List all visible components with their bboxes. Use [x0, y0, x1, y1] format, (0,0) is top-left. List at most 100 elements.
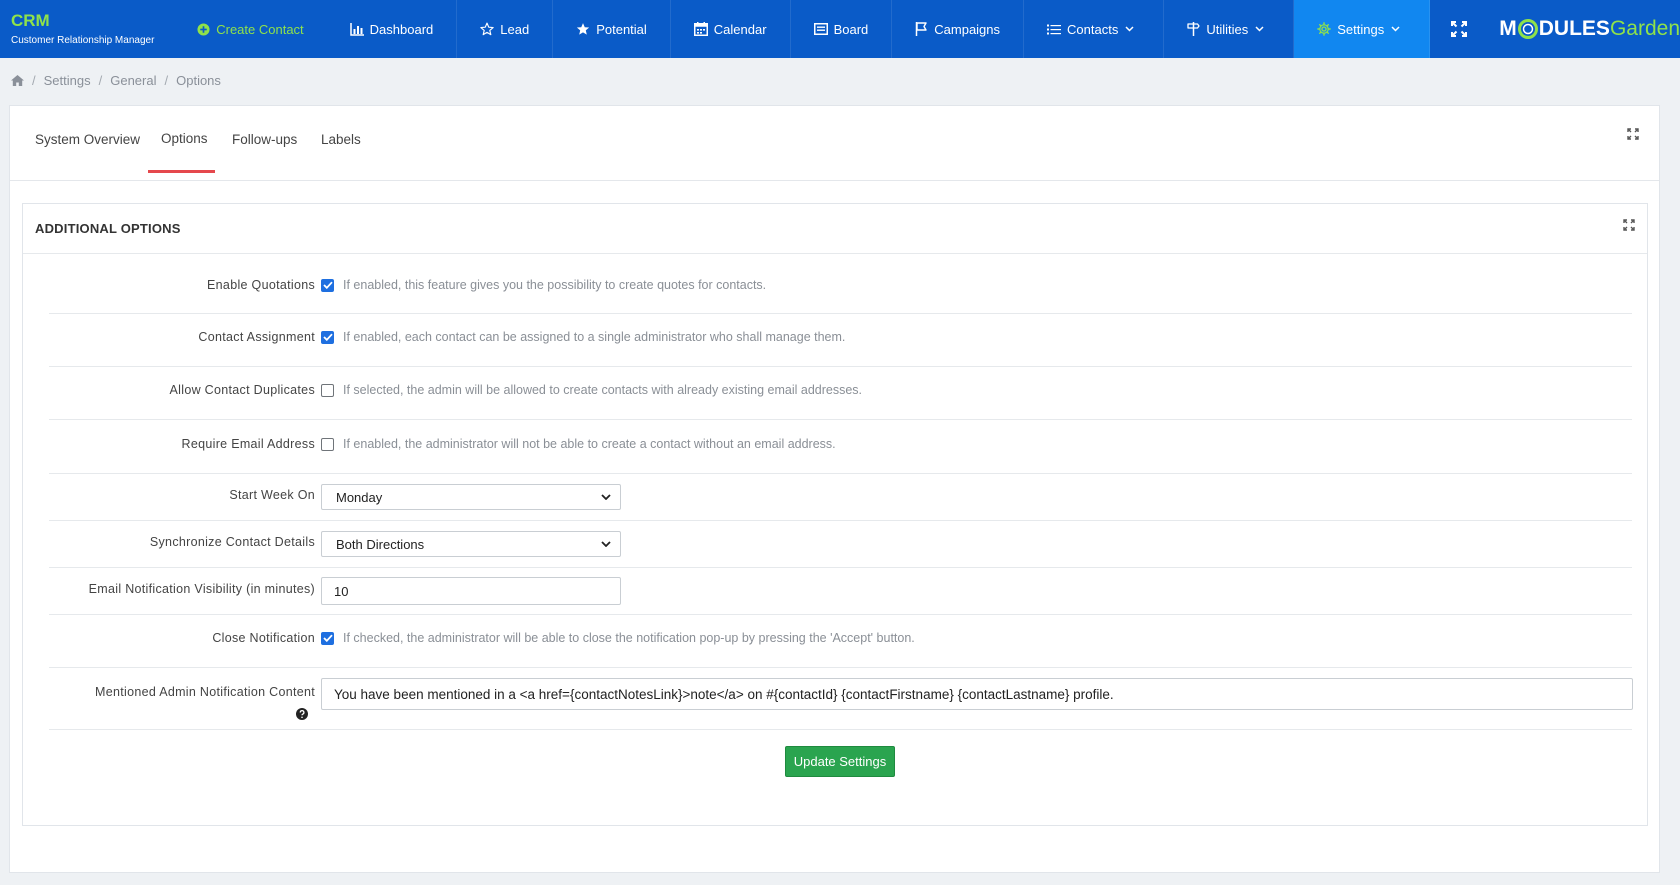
star-outline-icon	[480, 22, 494, 36]
option-row-email-visibility: Email Notification Visibility (in minute…	[49, 568, 1632, 615]
start-week-label: Start Week On	[229, 488, 315, 502]
nav-utilities[interactable]: Utilities	[1164, 0, 1295, 58]
tab-labels[interactable]: Labels	[321, 106, 361, 173]
allow-duplicates-checkbox[interactable]	[321, 383, 334, 397]
panel-expand-button[interactable]	[1623, 219, 1635, 234]
check-icon	[322, 281, 333, 289]
tab-follow-ups[interactable]: Follow-ups	[232, 106, 297, 173]
email-visibility-label: Email Notification Visibility (in minute…	[88, 582, 315, 596]
plus-circle-icon	[197, 22, 210, 36]
require-email-label: Require Email Address	[181, 437, 315, 451]
tab-options[interactable]: Options	[148, 106, 215, 173]
breadcrumb-options: Options	[176, 73, 221, 88]
modulesgarden-logo[interactable]: M DULES Garden	[1487, 0, 1680, 58]
calendar-icon	[693, 22, 708, 36]
fullscreen-toggle[interactable]	[1430, 0, 1487, 58]
additional-options-panel: ADDITIONAL OPTIONS Enable Quotations If …	[22, 203, 1648, 826]
mentioned-content-label: Mentioned Admin Notification Content	[95, 685, 315, 699]
chevron-down-icon	[1391, 26, 1400, 32]
nav-lead[interactable]: Lead	[457, 0, 554, 58]
allow-duplicates-label: Allow Contact Duplicates	[169, 383, 315, 397]
gear-icon	[1317, 22, 1332, 36]
email-visibility-input[interactable]: 10	[321, 577, 621, 605]
sync-details-select[interactable]: Both Directions	[321, 531, 621, 557]
flag-icon	[916, 22, 927, 36]
nav-campaigns[interactable]: Campaigns	[892, 0, 1025, 58]
start-week-select[interactable]: Monday	[321, 484, 621, 510]
contact-assignment-hint: If enabled, each contact can be assigned…	[343, 330, 846, 344]
globe-logo-icon	[1517, 19, 1538, 39]
mentioned-content-input[interactable]: You have been mentioned in a <a href={co…	[321, 678, 1633, 710]
enable-quotations-label: Enable Quotations	[207, 278, 315, 292]
enable-quotations-hint: If enabled, this feature gives you the p…	[343, 278, 767, 292]
breadcrumb: / Settings / General / Options	[11, 73, 221, 88]
chevron-down-icon	[1125, 26, 1134, 32]
nav-potential[interactable]: Potential	[553, 0, 671, 58]
check-icon	[322, 634, 333, 642]
close-notification-label: Close Notification	[212, 631, 315, 645]
signpost-icon	[1187, 22, 1200, 36]
expand-icon	[1623, 219, 1635, 231]
question-circle-icon	[296, 708, 308, 720]
home-icon[interactable]	[11, 75, 24, 86]
nav-calendar[interactable]: Calendar	[671, 0, 791, 58]
option-row-mentioned-content: Mentioned Admin Notification Content You…	[49, 668, 1633, 730]
main-nav: Create Contact Dashboard Lead Potential …	[179, 0, 1431, 58]
help-icon[interactable]	[296, 708, 308, 723]
close-notification-hint: If checked, the administrator will be ab…	[343, 631, 915, 645]
nav-contacts[interactable]: Contacts	[1024, 0, 1165, 58]
nav-board[interactable]: Board	[791, 0, 893, 58]
brand-title: CRM	[11, 11, 50, 30]
option-row-require-email: Require Email Address If enabled, the ad…	[49, 420, 1632, 474]
update-settings-button[interactable]: Update Settings	[785, 746, 895, 777]
logo-text-m: M	[1499, 17, 1517, 40]
nav-campaigns-label: Campaigns	[934, 21, 1001, 37]
start-week-value: Monday	[336, 489, 383, 505]
brand[interactable]: CRM Customer Relationship Manager	[0, 0, 179, 58]
check-icon	[322, 333, 333, 341]
option-row-sync-details: Synchronize Contact Details Both Directi…	[49, 521, 1632, 568]
brand-subtitle: Customer Relationship Manager	[11, 35, 155, 46]
enable-quotations-checkbox[interactable]	[321, 278, 334, 292]
contact-assignment-label: Contact Assignment	[198, 330, 315, 344]
nav-create-contact-label: Create Contact	[216, 21, 304, 37]
nav-contacts-label: Contacts	[1067, 21, 1119, 37]
nav-create-contact[interactable]: Create Contact	[179, 0, 326, 58]
nav-dashboard[interactable]: Dashboard	[327, 0, 458, 58]
list-icon	[1047, 24, 1062, 34]
settings-tabs: System Overview Options Follow-ups Label…	[10, 106, 1659, 181]
require-email-checkbox[interactable]	[321, 437, 334, 451]
option-row-start-week: Start Week On Monday	[49, 474, 1632, 521]
option-row-contact-assignment: Contact Assignment If enabled, each cont…	[49, 314, 1632, 367]
nav-settings[interactable]: Settings	[1294, 0, 1431, 58]
logo-text-modules: DULES	[1538, 17, 1610, 40]
panel-title: ADDITIONAL OPTIONS	[23, 204, 1647, 254]
expand-icon	[1627, 128, 1639, 140]
breadcrumb-settings[interactable]: Settings	[44, 73, 91, 88]
close-notification-checkbox[interactable]	[321, 631, 334, 645]
chevron-down-icon	[601, 541, 611, 547]
chevron-down-icon	[601, 494, 611, 500]
option-row-allow-duplicates: Allow Contact Duplicates If selected, th…	[49, 367, 1632, 420]
nav-settings-label: Settings	[1337, 21, 1385, 37]
nav-utilities-label: Utilities	[1206, 21, 1249, 37]
chevron-down-icon	[1255, 26, 1264, 32]
require-email-hint: If enabled, the administrator will not b…	[343, 437, 836, 451]
nav-board-label: Board	[833, 21, 869, 37]
star-icon	[577, 23, 590, 35]
nav-dashboard-label: Dashboard	[369, 21, 434, 37]
nav-calendar-label: Calendar	[713, 21, 767, 37]
top-navbar: CRM Customer Relationship Manager Create…	[0, 0, 1680, 58]
sync-details-value: Both Directions	[336, 536, 425, 552]
expand-icon	[1450, 21, 1467, 37]
bar-chart-icon	[349, 22, 364, 36]
breadcrumb-general[interactable]: General	[110, 73, 156, 88]
tab-system-overview[interactable]: System Overview	[35, 106, 140, 173]
option-row-close-notification: Close Notification If checked, the admin…	[49, 615, 1632, 668]
nav-potential-label: Potential	[596, 21, 647, 37]
board-icon	[813, 23, 828, 35]
card-expand-button[interactable]	[1627, 128, 1639, 143]
nav-lead-label: Lead	[500, 21, 530, 37]
contact-assignment-checkbox[interactable]	[321, 330, 334, 344]
option-row-enable-quotations: Enable Quotations If enabled, this featu…	[49, 254, 1632, 314]
